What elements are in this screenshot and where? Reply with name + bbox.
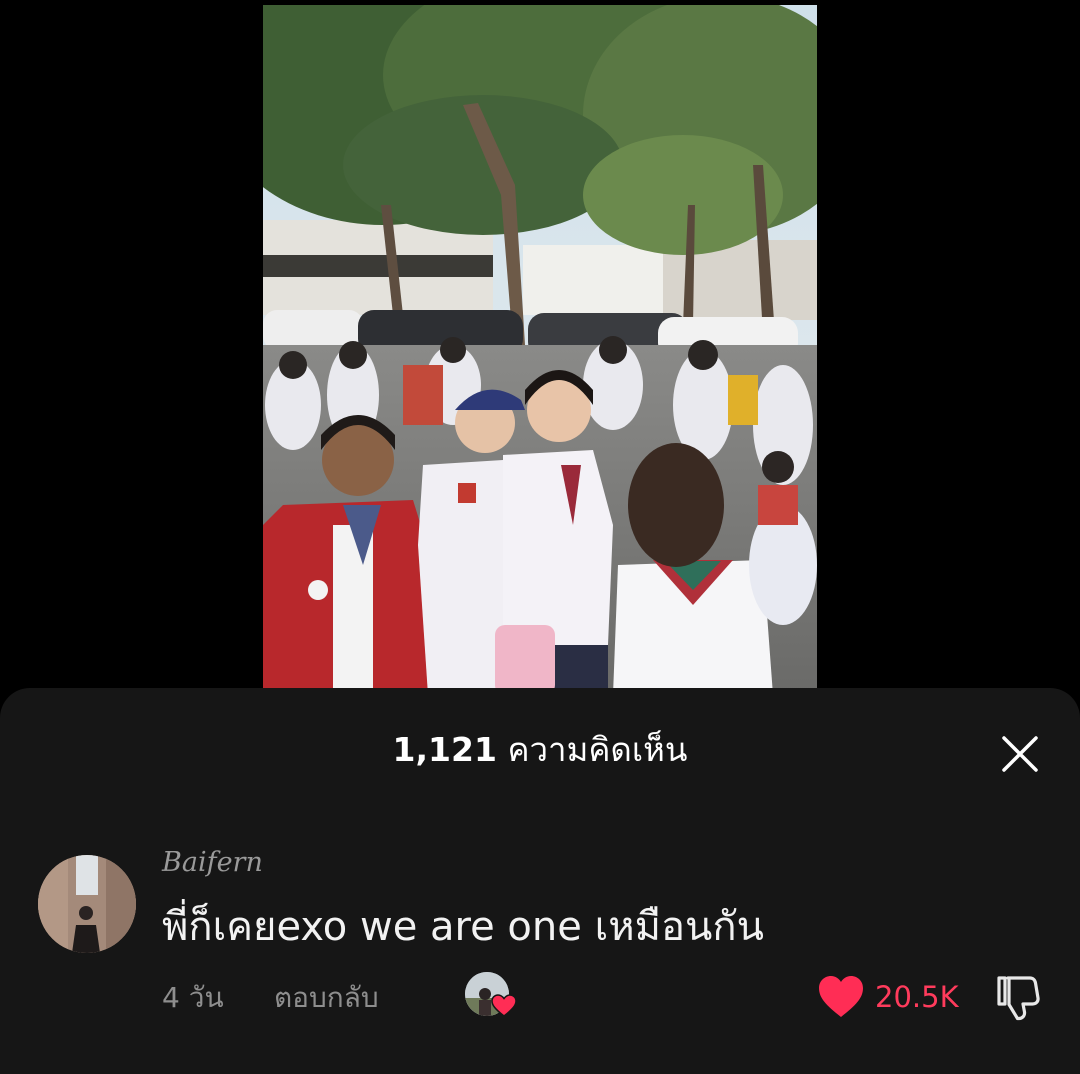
dislike-button[interactable]: [994, 974, 1044, 1022]
video-frame[interactable]: [263, 5, 817, 695]
commenter-avatar[interactable]: [38, 855, 136, 953]
reply-button[interactable]: ตอบกลับ: [274, 978, 379, 1018]
video-thumbnail-image: [263, 5, 817, 695]
close-icon: [1002, 736, 1038, 772]
heart-icon: [819, 976, 863, 1017]
close-button[interactable]: [996, 730, 1044, 778]
video-player[interactable]: [0, 0, 1080, 700]
avatar-image: [38, 855, 136, 953]
thumbs-down-icon: [997, 976, 1040, 1021]
creator-heart-icon: [491, 994, 517, 1018]
like-button[interactable]: [817, 974, 865, 1020]
comment-text: พี่ก็เคยexo we are one เหมือนกัน: [162, 904, 764, 950]
comment-timestamp: 4 วัน: [162, 981, 224, 1014]
comments-title-label: ความคิดเห็น: [507, 730, 688, 769]
comments-header: 1,121 ความคิดเห็น: [0, 730, 1080, 770]
commenter-username[interactable]: Baifern: [162, 843, 263, 883]
like-count: 20.5K: [875, 980, 959, 1014]
comment-count: 1,121: [392, 730, 497, 769]
